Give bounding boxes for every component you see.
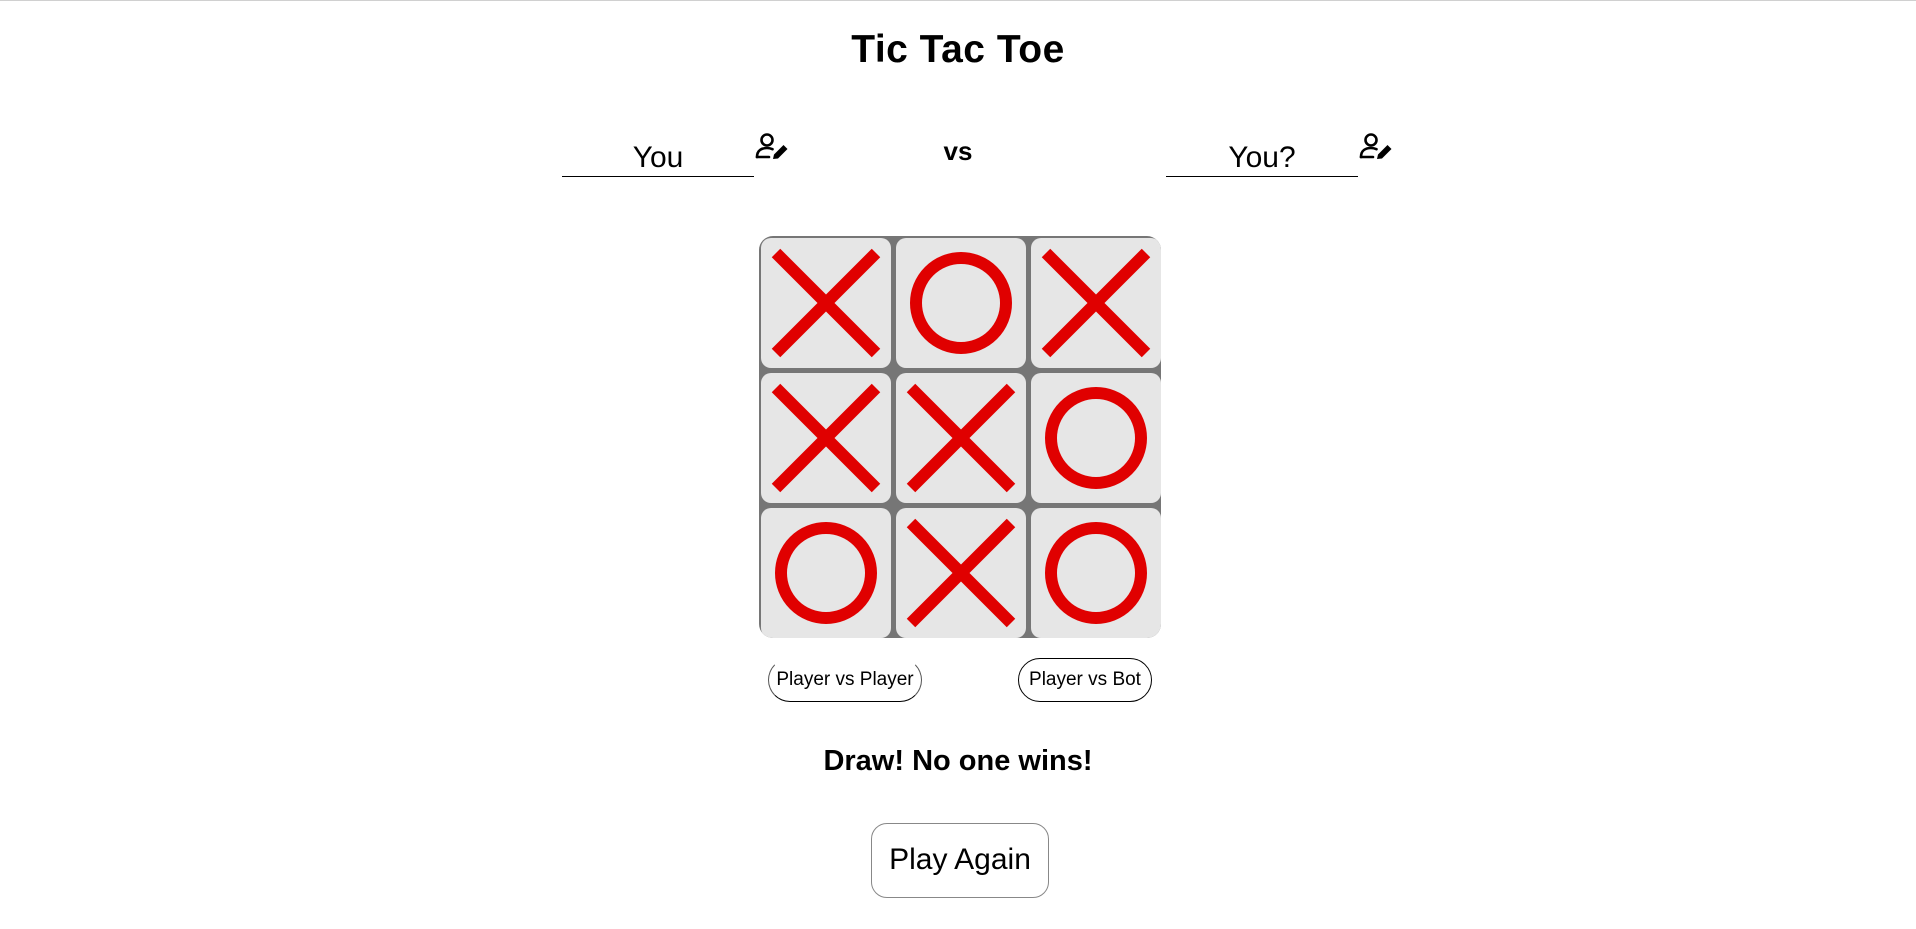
top-divider	[0, 0, 1916, 1]
game-status-message: Draw! No one wins!	[823, 745, 1093, 777]
player2-name-field[interactable]: You?	[1166, 130, 1358, 177]
board-cell-5[interactable]	[896, 373, 1026, 503]
board-cell-1[interactable]	[761, 238, 891, 368]
x-mark-icon	[771, 383, 881, 493]
page-title: Tic Tac Toe	[851, 28, 1065, 71]
board-cell-6[interactable]	[1031, 373, 1161, 503]
board-cell-8[interactable]	[896, 508, 1026, 638]
board-cell-2[interactable]	[896, 238, 1026, 368]
board-cell-4[interactable]	[761, 373, 891, 503]
versus-label: vs	[943, 136, 973, 166]
board-cell-7[interactable]	[761, 508, 891, 638]
x-mark-icon	[906, 518, 1016, 628]
o-mark-icon	[910, 252, 1012, 354]
o-mark-icon	[1045, 387, 1147, 489]
edit-player2-icon[interactable]	[1358, 130, 1394, 166]
game-board	[759, 236, 1161, 638]
x-mark-icon	[906, 383, 1016, 493]
x-mark-icon	[771, 248, 881, 358]
board-cell-3[interactable]	[1031, 238, 1161, 368]
play-again-button[interactable]: Play Again	[871, 823, 1049, 898]
x-mark-icon	[1041, 248, 1151, 358]
board-cell-9[interactable]	[1031, 508, 1161, 638]
o-mark-icon	[775, 522, 877, 624]
player-vs-player-button[interactable]: Player vs Player	[768, 658, 922, 702]
o-mark-icon	[1045, 522, 1147, 624]
player-vs-bot-button[interactable]: Player vs Bot	[1018, 658, 1152, 702]
